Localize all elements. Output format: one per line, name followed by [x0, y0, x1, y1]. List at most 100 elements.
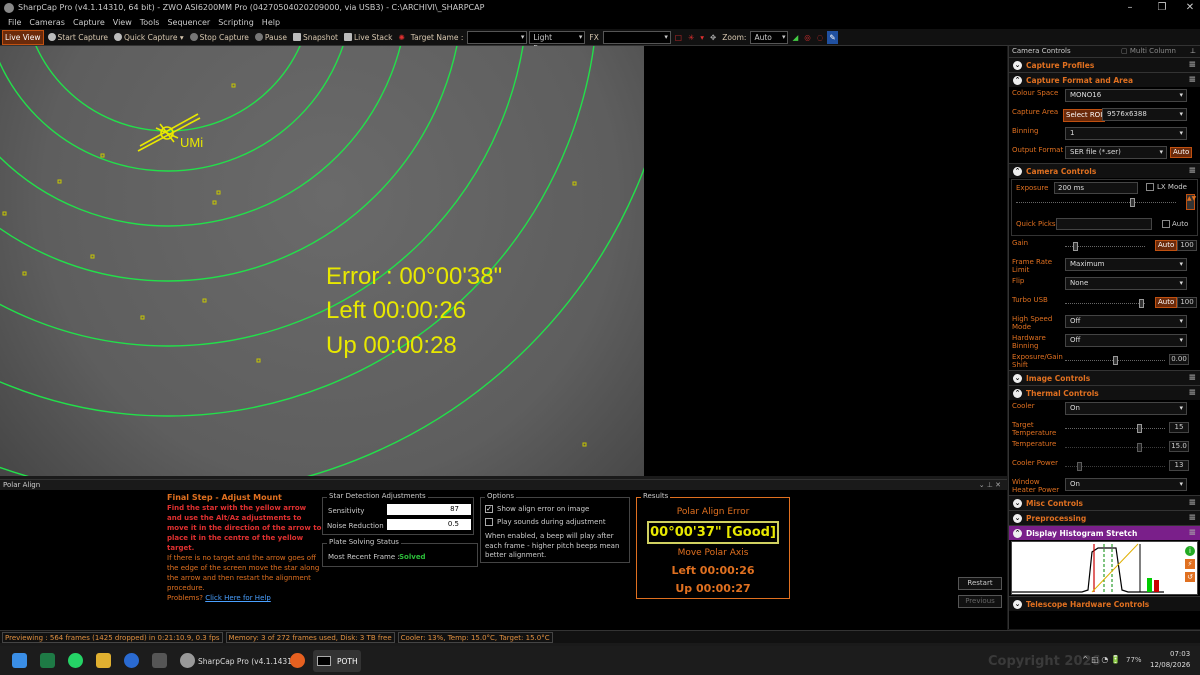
- stop-capture-button[interactable]: Stop Capture: [188, 31, 251, 44]
- output-auto-button[interactable]: Auto: [1170, 147, 1193, 158]
- exposure-input[interactable]: 200 ms: [1054, 182, 1138, 194]
- menu-icon[interactable]: ≡: [1188, 496, 1196, 511]
- grid-icon[interactable]: ▾: [698, 31, 706, 44]
- target-name-input[interactable]: [467, 30, 528, 44]
- menu-view[interactable]: View: [109, 16, 136, 29]
- clock-time[interactable]: 07:03: [1170, 650, 1190, 658]
- select-roi-button[interactable]: Select ROI: [1063, 109, 1106, 122]
- slider-knob[interactable]: [1130, 198, 1135, 207]
- file-explorer-icon[interactable]: [96, 653, 111, 668]
- histogram-display[interactable]: i ⚡ ↺: [1011, 541, 1198, 595]
- output-format-select[interactable]: SER file (*.ser): [1065, 146, 1167, 159]
- hardware-binning-select[interactable]: Off: [1065, 334, 1187, 347]
- reticle-icon[interactable]: ✳: [686, 31, 696, 44]
- auto-stretch-icon[interactable]: ⚡: [1185, 559, 1195, 569]
- pause-button[interactable]: Pause: [253, 31, 289, 44]
- close-icon[interactable]: ✕: [1176, 0, 1200, 16]
- sharpcap-task[interactable]: SharpCap Pro (v4.1.1431(: [198, 657, 295, 666]
- section-capture-format[interactable]: ⌃ Capture Format and Area ≡: [1009, 72, 1200, 87]
- section-image-controls[interactable]: ⌄ Image Controls ≡: [1009, 370, 1200, 385]
- eg-shift-slider[interactable]: [1065, 356, 1165, 368]
- frame-type-select[interactable]: Light Frames: [529, 30, 586, 53]
- gain-value[interactable]: 100: [1177, 240, 1197, 251]
- capture-area-select[interactable]: 9576x6388: [1102, 108, 1187, 121]
- reset-icon[interactable]: ↺: [1185, 572, 1195, 582]
- poth-task[interactable]: POTH: [313, 650, 361, 672]
- info-icon[interactable]: i: [1185, 546, 1195, 556]
- windows-start-icon[interactable]: [12, 653, 27, 668]
- slider-knob[interactable]: [1113, 356, 1118, 365]
- colour-space-select[interactable]: MONO16: [1065, 89, 1187, 102]
- focus-icon[interactable]: ◎: [802, 31, 813, 44]
- frame-rate-select[interactable]: Maximum: [1065, 258, 1187, 271]
- quick-capture-button[interactable]: Quick Capture ▾: [112, 31, 186, 44]
- section-histogram[interactable]: ⌃ Display Histogram Stretch ≡: [1009, 525, 1200, 540]
- menu-help[interactable]: Help: [258, 16, 284, 29]
- target-temp-value[interactable]: 15: [1169, 422, 1189, 433]
- section-capture-profiles[interactable]: ⌄ Capture Profiles ≡: [1009, 57, 1200, 72]
- lx-mode-checkbox[interactable]: [1146, 183, 1154, 191]
- live-stack-button[interactable]: Live Stack: [342, 31, 394, 44]
- turbo-usb-value[interactable]: 100: [1177, 297, 1197, 308]
- noise-reduction-input[interactable]: 0.5: [387, 519, 471, 530]
- telescope-app-icon[interactable]: [152, 653, 167, 668]
- snapshot-button[interactable]: Snapshot: [291, 31, 340, 44]
- gain-slider[interactable]: [1065, 242, 1145, 254]
- annotation-icon[interactable]: ◌: [815, 31, 826, 44]
- cooler-select[interactable]: On: [1065, 402, 1187, 415]
- menu-icon[interactable]: ≡: [1188, 164, 1196, 179]
- menu-icon[interactable]: ≡: [1188, 371, 1196, 386]
- section-misc-controls[interactable]: ⌄ Misc Controls ≡: [1009, 495, 1200, 510]
- whatsapp-icon[interactable]: [68, 653, 83, 668]
- quick-picks-select[interactable]: [1056, 218, 1152, 230]
- fx-select[interactable]: [602, 30, 671, 44]
- clock-date[interactable]: 12/08/2026: [1150, 661, 1190, 669]
- slider-knob[interactable]: [1137, 424, 1142, 433]
- section-thermal-controls[interactable]: ⌃ Thermal Controls ≡: [1009, 385, 1200, 400]
- play-sounds-checkbox[interactable]: [485, 518, 493, 526]
- menu-cameras[interactable]: Cameras: [25, 16, 69, 29]
- sensitivity-input[interactable]: 87: [387, 504, 471, 515]
- panel-pin-icon[interactable]: ⊥: [1190, 46, 1196, 57]
- restart-button[interactable]: Restart: [958, 577, 1002, 590]
- section-telescope[interactable]: ⌄ Telescope Hardware Controls: [1009, 596, 1200, 611]
- menu-scripting[interactable]: Scripting: [214, 16, 258, 29]
- menu-sequencer[interactable]: Sequencer: [163, 16, 214, 29]
- turbo-usb-slider[interactable]: [1065, 299, 1145, 311]
- menu-icon[interactable]: ≡: [1188, 511, 1196, 526]
- pen-icon[interactable]: ✎: [827, 30, 838, 44]
- sharpcap-icon[interactable]: [180, 653, 195, 668]
- slider-knob[interactable]: [1139, 299, 1144, 308]
- restore-icon[interactable]: ❐: [1148, 0, 1176, 16]
- tray-icons[interactable]: ^ ◱ ◔ 🔋: [1082, 655, 1121, 664]
- exposure-slider[interactable]: [1016, 198, 1176, 210]
- target-temp-slider[interactable]: [1065, 424, 1165, 436]
- start-capture-button[interactable]: Start Capture: [46, 31, 111, 44]
- menu-capture[interactable]: Capture: [69, 16, 109, 29]
- show-error-checkbox[interactable]: ✓: [485, 505, 493, 513]
- previous-button[interactable]: Previous: [958, 595, 1002, 608]
- firefox-icon[interactable]: [290, 653, 305, 668]
- menu-tools[interactable]: Tools: [136, 16, 164, 29]
- multi-column-toggle[interactable]: ▢ Multi Column: [1121, 46, 1176, 57]
- eg-shift-value[interactable]: 0.00: [1169, 354, 1189, 365]
- binning-select[interactable]: 1: [1065, 127, 1187, 140]
- flip-select[interactable]: None: [1065, 277, 1187, 290]
- window-heater-select[interactable]: On: [1065, 478, 1187, 491]
- minimize-icon[interactable]: –: [1116, 0, 1144, 16]
- slider-knob[interactable]: [1073, 242, 1078, 251]
- excel-icon[interactable]: [40, 653, 55, 668]
- exposure-stepper[interactable]: ▲▼: [1186, 194, 1196, 210]
- menu-icon[interactable]: ≡: [1188, 386, 1196, 401]
- menu-file[interactable]: File: [4, 16, 25, 29]
- auto-exposure-checkbox[interactable]: [1162, 220, 1170, 228]
- menu-icon[interactable]: ≡: [1188, 526, 1196, 541]
- browser-icon[interactable]: [124, 653, 139, 668]
- high-speed-select[interactable]: Off: [1065, 315, 1187, 328]
- histogram-icon[interactable]: ◢: [790, 31, 800, 44]
- section-preprocessing[interactable]: ⌄ Preprocessing ≡: [1009, 510, 1200, 525]
- gain-auto-button[interactable]: Auto: [1155, 240, 1178, 251]
- crosshair-icon[interactable]: □: [673, 31, 684, 44]
- camera-viewer[interactable]: UMi Error : 00°00'38" Left 00:00:26 Up 0…: [0, 46, 644, 476]
- section-camera-controls[interactable]: ⌃ Camera Controls ≡: [1009, 163, 1200, 178]
